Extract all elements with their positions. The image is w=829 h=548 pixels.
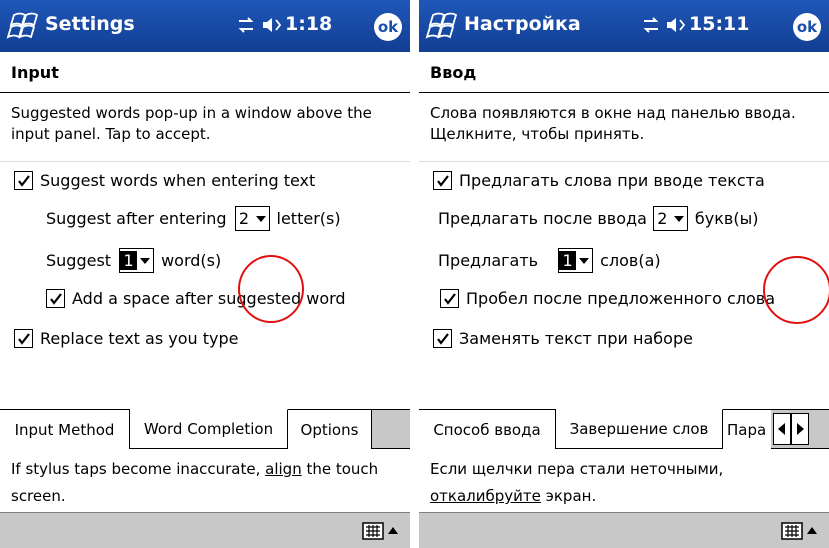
menu-bar: [419, 512, 829, 548]
letters-value: 2: [657, 209, 668, 228]
tab-input-method[interactable]: Input Method: [0, 409, 130, 449]
description-text: Suggested words pop-up in a window above…: [11, 104, 372, 143]
clock[interactable]: 1:18: [285, 13, 332, 35]
chevron-down-icon[interactable]: [253, 207, 269, 230]
chevron-down-icon[interactable]: [576, 249, 592, 272]
screen-russian: Настройка 15:11 ok Ввод Слова появляются…: [419, 0, 829, 548]
add-space-option[interactable]: Add a space after suggested word: [46, 289, 346, 308]
footer-text: Если щелчки пера стали неточными,: [430, 460, 724, 478]
tab-word-completion[interactable]: Word Completion: [130, 409, 288, 448]
words-dropdown[interactable]: 1: [119, 248, 155, 273]
tab-scroll-left-button[interactable]: [773, 413, 791, 445]
suggest-count-row: Предлагать 1 слов(а): [438, 248, 661, 273]
words-value: 1: [120, 251, 138, 270]
suggest-count-label: Предлагать: [438, 251, 539, 270]
tab-bar: Input Method Word Completion Options: [0, 409, 410, 449]
input-arrow-icon[interactable]: [807, 526, 817, 534]
words-value: 1: [559, 251, 577, 270]
add-space-option[interactable]: Пробел после предложенного слова: [440, 289, 775, 308]
heading-divider: [0, 92, 410, 93]
clock[interactable]: 15:11: [689, 13, 749, 35]
words-dropdown[interactable]: 1: [558, 248, 594, 273]
menu-bar: [0, 512, 410, 548]
speaker-icon[interactable]: [665, 15, 687, 35]
replace-text-checkbox[interactable]: [14, 329, 33, 348]
tab-bar: Способ ввода Завершение слов Пара: [419, 409, 829, 449]
words-unit: word(s): [161, 251, 222, 270]
speaker-icon[interactable]: [261, 15, 283, 35]
suggest-words-checkbox[interactable]: [433, 171, 452, 190]
tab-options[interactable]: Пара: [723, 409, 771, 449]
tab-options[interactable]: Options: [288, 409, 372, 449]
description-divider: [0, 161, 410, 162]
connectivity-icon[interactable]: [641, 15, 661, 35]
description-text: Слова появляются в окне над панелью ввод…: [430, 104, 796, 143]
page-heading: Ввод: [430, 63, 477, 82]
scroll-right-icon: [797, 423, 804, 435]
title-bar: Settings 1:18 ok: [0, 0, 410, 52]
replace-text-label: Replace text as you type: [40, 329, 239, 348]
scroll-left-icon: [778, 423, 785, 435]
tab-word-completion[interactable]: Завершение слов: [556, 409, 723, 448]
suggest-words-checkbox[interactable]: [14, 171, 33, 190]
windows-flag-icon[interactable]: [6, 11, 40, 41]
suggest-after-row: Предлагать после ввода 2 букв(ы): [438, 206, 758, 231]
replace-text-label: Заменять текст при наборе: [459, 329, 693, 348]
app-title: Settings: [45, 13, 135, 35]
add-space-label: Пробел после предложенного слова: [466, 289, 776, 308]
tab-input-method[interactable]: Способ ввода: [419, 409, 556, 449]
add-space-checkbox[interactable]: [440, 289, 459, 308]
heading-divider: [419, 92, 829, 93]
add-space-label: Add a space after suggested word: [72, 289, 346, 308]
check-icon: [49, 292, 62, 305]
screen-divider: [410, 0, 419, 548]
title-bar: Настройка 15:11 ok: [419, 0, 829, 52]
footer-text: If stylus taps become inaccurate,: [11, 460, 266, 478]
letters-dropdown[interactable]: 2: [234, 206, 270, 231]
add-space-checkbox[interactable]: [46, 289, 65, 308]
check-icon: [436, 332, 449, 345]
suggest-words-option[interactable]: Suggest words when entering text: [14, 171, 315, 190]
check-icon: [443, 292, 456, 305]
footer-note: Если щелчки пера стали неточными, откали…: [430, 456, 825, 510]
calibrate-link[interactable]: откалибруйте: [430, 487, 541, 505]
footer-note: If stylus taps become inaccurate, align …: [11, 456, 406, 510]
suggest-after-label: Suggest after entering: [46, 209, 227, 228]
keyboard-icon[interactable]: [781, 522, 803, 540]
input-arrow-icon[interactable]: [388, 526, 398, 534]
suggest-words-label: Suggest words when entering text: [40, 171, 316, 190]
tab-scroll-right-button[interactable]: [791, 413, 809, 445]
replace-text-checkbox[interactable]: [433, 329, 452, 348]
letters-unit: letter(s): [276, 209, 341, 228]
replace-text-option[interactable]: Replace text as you type: [14, 329, 239, 348]
replace-text-option[interactable]: Заменять текст при наборе: [433, 329, 693, 348]
check-icon: [17, 332, 30, 345]
letters-unit: букв(ы): [694, 209, 759, 228]
chevron-down-icon[interactable]: [137, 249, 153, 272]
suggest-count-label: Suggest: [46, 251, 112, 270]
align-link[interactable]: align: [265, 460, 302, 478]
suggest-count-row: Suggest 1 word(s): [46, 248, 221, 273]
chevron-down-icon[interactable]: [671, 207, 687, 230]
letters-dropdown[interactable]: 2: [652, 206, 688, 231]
description-divider: [419, 161, 829, 162]
windows-flag-icon[interactable]: [425, 11, 459, 41]
letters-value: 2: [238, 209, 250, 228]
keyboard-icon[interactable]: [362, 522, 384, 540]
suggest-words-option[interactable]: Предлагать слова при вводе текста: [433, 171, 765, 190]
suggest-words-label: Предлагать слова при вводе текста: [459, 171, 765, 190]
words-unit: слов(а): [600, 251, 661, 270]
screen-english: Settings 1:18 ok Input Suggested words p…: [0, 0, 410, 548]
suggest-after-label: Предлагать после ввода: [438, 209, 647, 228]
footer-text-end: экран.: [540, 487, 597, 505]
page-heading: Input: [11, 63, 59, 82]
suggest-after-row: Suggest after entering 2 letter(s): [46, 206, 341, 231]
app-title: Настройка: [464, 13, 581, 35]
check-icon: [436, 174, 449, 187]
ok-button[interactable]: ok: [793, 13, 821, 41]
ok-button[interactable]: ok: [374, 13, 402, 41]
connectivity-icon[interactable]: [236, 15, 256, 35]
check-icon: [17, 174, 30, 187]
